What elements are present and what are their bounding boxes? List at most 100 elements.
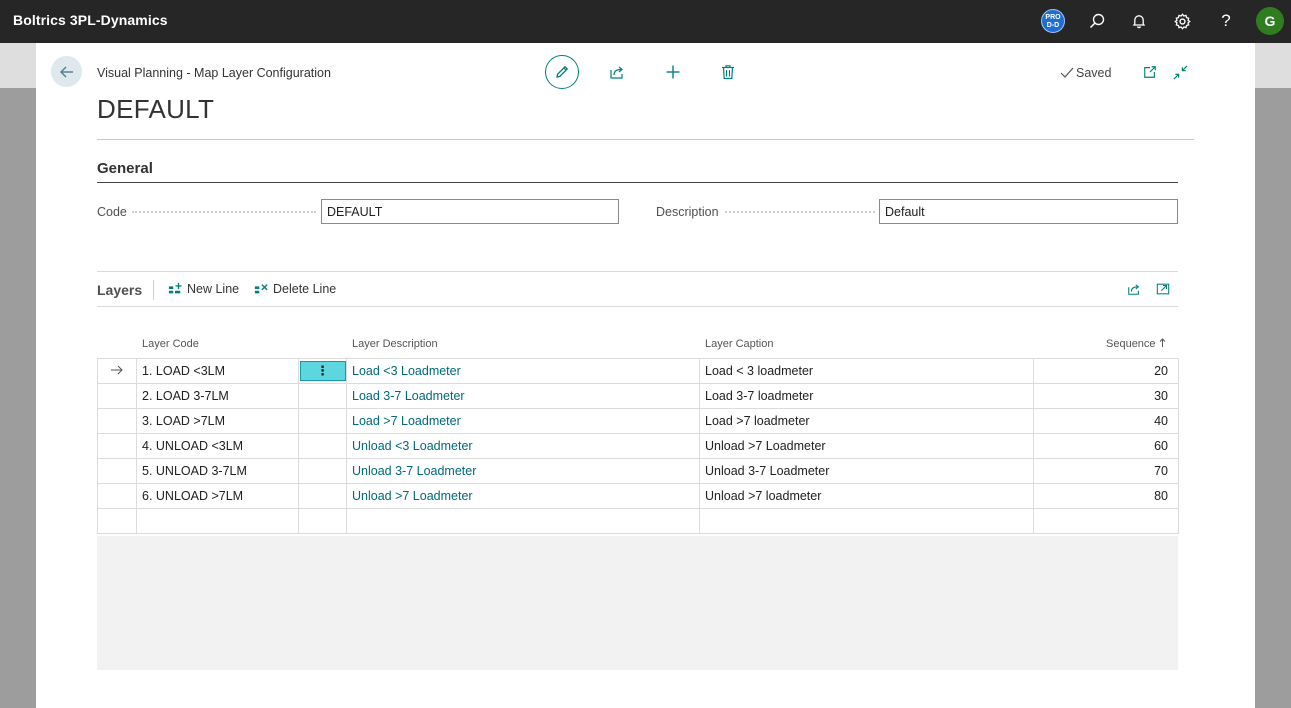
column-header-layer-code[interactable]: Layer Code (142, 338, 199, 350)
row-menu-cell[interactable]: ⋮ (298, 408, 347, 434)
row-indicator (97, 508, 137, 534)
general-section-title[interactable]: General (97, 160, 153, 177)
table-row[interactable]: 2. LOAD 3-7LM ⋮ Load 3-7 Loadmeter Load … (97, 383, 1179, 409)
arrow-right-icon (111, 365, 123, 375)
app-title[interactable]: Boltrics 3PL-Dynamics (13, 12, 168, 28)
code-field[interactable] (321, 199, 619, 224)
share-button[interactable] (607, 62, 627, 82)
row-indicator (97, 358, 137, 384)
title-divider (97, 139, 1194, 140)
environment-badge[interactable]: PRO D-D (1041, 9, 1065, 33)
column-header-sequence-label: Sequence (1106, 338, 1156, 350)
layer-caption-cell[interactable]: Unload >7 loadmeter (699, 483, 1034, 509)
layer-caption-cell[interactable]: Unload 3-7 Loadmeter (699, 458, 1034, 484)
layer-code-cell[interactable]: 3. LOAD >7LM (136, 408, 299, 434)
description-field[interactable] (879, 199, 1178, 224)
layer-description-cell[interactable]: Load <3 Loadmeter (346, 358, 700, 384)
save-status-text: Saved (1076, 66, 1112, 80)
layer-description-cell[interactable]: Unload 3-7 Loadmeter (346, 458, 700, 484)
table-row[interactable]: 3. LOAD >7LM ⋮ Load >7 Loadmeter Load >7… (97, 408, 1179, 434)
table-row[interactable]: 6. UNLOAD >7LM ⋮ Unload >7 Loadmeter Unl… (97, 483, 1179, 509)
delete-line-icon (254, 284, 268, 294)
avatar[interactable]: G (1256, 7, 1284, 35)
sequence-cell[interactable]: 30 (1033, 383, 1179, 409)
row-menu-cell[interactable]: ⋮ (298, 483, 347, 509)
layer-code-cell[interactable]: 1. LOAD <3LM (136, 358, 299, 384)
open-new-window-icon (1144, 66, 1156, 78)
layer-caption-cell[interactable]: Load < 3 loadmeter (699, 358, 1034, 384)
sequence-cell[interactable]: 60 (1033, 433, 1179, 459)
general-section-divider (97, 182, 1178, 183)
delete-line-label: Delete Line (273, 282, 337, 296)
row-menu-cell[interactable]: ⋮ (298, 458, 347, 484)
back-button[interactable] (51, 56, 82, 87)
layer-caption-cell[interactable]: Load >7 loadmeter (699, 408, 1034, 434)
trash-icon (722, 65, 734, 80)
code-label-leader (132, 211, 316, 213)
row-indicator (97, 383, 137, 409)
column-header-sequence[interactable]: Sequence (1106, 338, 1166, 350)
layer-description-cell[interactable]: Load >7 Loadmeter (346, 408, 700, 434)
save-status: Saved (1060, 66, 1111, 80)
sort-ascending-icon (1159, 338, 1165, 347)
sequence-cell[interactable]: 80 (1033, 483, 1179, 509)
layers-top-divider (97, 271, 1178, 272)
search-icon[interactable] (1087, 11, 1107, 31)
empty-table-row[interactable] (97, 508, 1179, 534)
layer-caption-cell[interactable]: Load 3-7 loadmeter (699, 383, 1034, 409)
arrow-left-icon (59, 66, 73, 77)
layer-code-cell[interactable]: 5. UNLOAD 3-7LM (136, 458, 299, 484)
sequence-cell[interactable]: 20 (1033, 358, 1179, 384)
edit-button[interactable] (545, 55, 579, 89)
collapse-button[interactable] (1170, 62, 1190, 82)
pencil-icon (556, 65, 569, 78)
layer-caption-cell[interactable]: Unload >7 Loadmeter (699, 433, 1034, 459)
table-row[interactable]: 5. UNLOAD 3-7LM ⋮ Unload 3-7 Loadmeter U… (97, 458, 1179, 484)
collapse-icon (1173, 65, 1187, 79)
app-bar: Boltrics 3PL-Dynamics PRO D-D ? G (0, 0, 1291, 43)
environment-badge-text: PRO D-D (1045, 14, 1061, 29)
layer-code-cell[interactable]: 2. LOAD 3-7LM (136, 383, 299, 409)
gear-icon[interactable] (1172, 11, 1192, 31)
row-menu-cell[interactable] (298, 508, 347, 534)
layers-share-button[interactable] (1126, 281, 1142, 297)
table-row[interactable]: 4. UNLOAD <3LM ⋮ Unload <3 Loadmeter Unl… (97, 433, 1179, 459)
layer-description-cell[interactable]: Unload >7 Loadmeter (346, 483, 700, 509)
open-new-window-button[interactable] (1140, 62, 1160, 82)
layer-description-cell[interactable]: Load 3-7 Loadmeter (346, 383, 700, 409)
help-glyph: ? (1221, 11, 1231, 30)
delete-line-button[interactable]: Delete Line (254, 282, 336, 296)
layer-code-cell[interactable] (136, 508, 299, 534)
layer-description-cell[interactable] (346, 508, 700, 534)
new-record-button[interactable] (663, 62, 683, 82)
share-icon (610, 66, 623, 79)
row-actions-button[interactable]: ⋮ (299, 361, 346, 381)
description-label-leader (725, 211, 875, 213)
sequence-cell[interactable]: 40 (1033, 408, 1179, 434)
row-menu-cell[interactable]: ⋮ (298, 433, 347, 459)
layer-description-cell[interactable]: Unload <3 Loadmeter (346, 433, 700, 459)
row-menu-cell[interactable]: ⋮ (298, 383, 347, 409)
layers-grid: 1. LOAD <3LM ⋮ Load <3 Loadmeter Load < … (97, 358, 1179, 534)
column-header-layer-description[interactable]: Layer Description (352, 338, 438, 350)
sequence-cell[interactable]: 70 (1033, 458, 1179, 484)
table-row[interactable]: 1. LOAD <3LM ⋮ Load <3 Loadmeter Load < … (97, 358, 1179, 384)
new-line-icon (168, 282, 182, 294)
checkmark-icon (1060, 67, 1074, 78)
layer-caption-cell[interactable] (699, 508, 1034, 534)
layers-bottom-divider (97, 306, 1178, 307)
new-line-button[interactable]: New Line (168, 282, 239, 296)
layers-expand-button[interactable] (1155, 281, 1171, 297)
layer-code-cell[interactable]: 4. UNLOAD <3LM (136, 433, 299, 459)
code-label: Code (97, 205, 127, 219)
row-indicator (97, 408, 137, 434)
layers-title[interactable]: Layers (97, 282, 142, 298)
bell-icon[interactable] (1129, 11, 1149, 31)
row-indicator (97, 433, 137, 459)
help-icon[interactable]: ? (1216, 11, 1236, 31)
sequence-cell[interactable] (1033, 508, 1179, 534)
delete-button[interactable] (718, 62, 738, 82)
expand-icon (1156, 283, 1170, 295)
layer-code-cell[interactable]: 6. UNLOAD >7LM (136, 483, 299, 509)
column-header-layer-caption[interactable]: Layer Caption (705, 338, 774, 350)
